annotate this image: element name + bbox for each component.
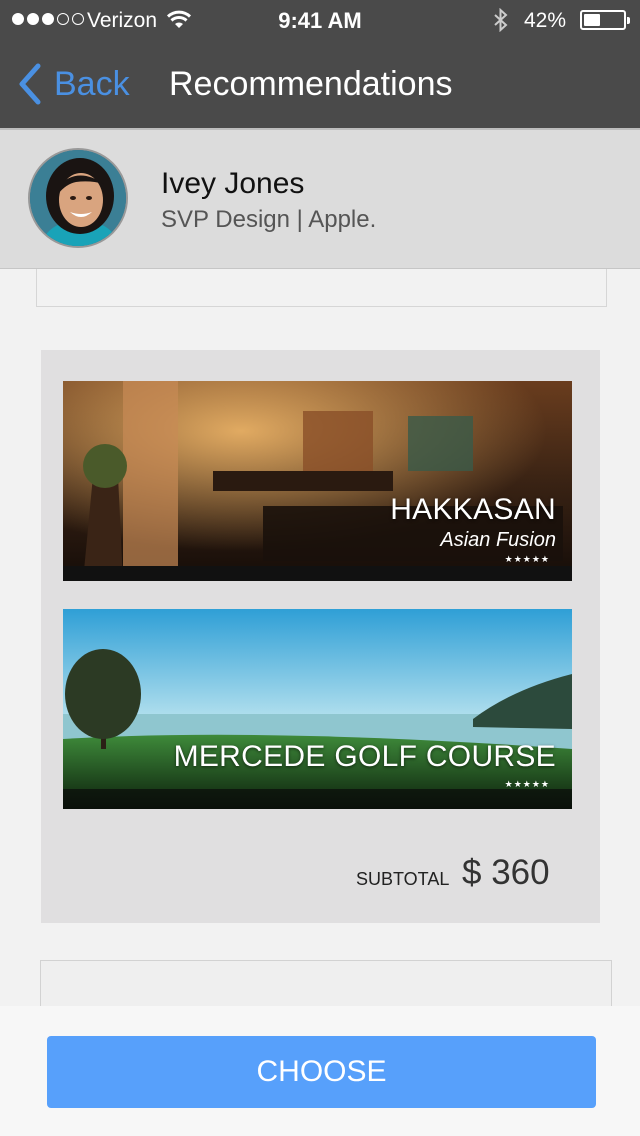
choose-button[interactable]: CHOOSE — [47, 1036, 596, 1108]
recommendation-tile-hakkasan[interactable]: HAKKASAN Asian Fusion ★★★★★ — [63, 381, 572, 581]
subtotal-label: SUBTOTAL — [356, 869, 450, 889]
status-bar: Verizon 9:41 AM 42% — [0, 0, 640, 40]
profile-header: Ivey Jones SVP Design | Apple. — [0, 128, 640, 269]
top-bar: Verizon 9:41 AM 42% Back Recommendations — [0, 0, 640, 128]
navigation-bar: Back Recommendations — [0, 40, 640, 128]
golf-course-photo — [63, 609, 572, 809]
recommendation-category: Asian Fusion — [440, 529, 556, 551]
rating-stars: ★★★★★ — [504, 554, 550, 564]
previous-card-edge — [36, 269, 607, 307]
profile-name: Ivey Jones — [161, 167, 305, 200]
rating-stars: ★★★★★ — [504, 779, 550, 789]
subtotal-value: $ 360 — [462, 853, 550, 892]
battery-icon — [580, 10, 630, 30]
profile-role: SVP Design | Apple. — [161, 206, 377, 233]
bottom-action-bar: CHOOSE — [0, 1006, 640, 1136]
recommendation-tile-golf-course[interactable]: MERCEDE GOLF COURSE ★★★★★ — [63, 609, 572, 809]
back-button[interactable]: Back — [14, 62, 130, 106]
battery-percentage: 42% — [524, 9, 567, 32]
recommendation-name: MERCEDE GOLF COURSE — [173, 740, 556, 773]
recommendation-name: HAKKASAN — [390, 493, 556, 526]
page-title: Recommendations — [169, 65, 453, 103]
avatar — [28, 148, 128, 248]
recommendation-card: HAKKASAN Asian Fusion ★★★★★ MERCEDE GOLF… — [41, 350, 600, 923]
back-label: Back — [54, 64, 130, 103]
bluetooth-icon — [494, 8, 508, 32]
chevron-left-icon — [19, 63, 41, 105]
